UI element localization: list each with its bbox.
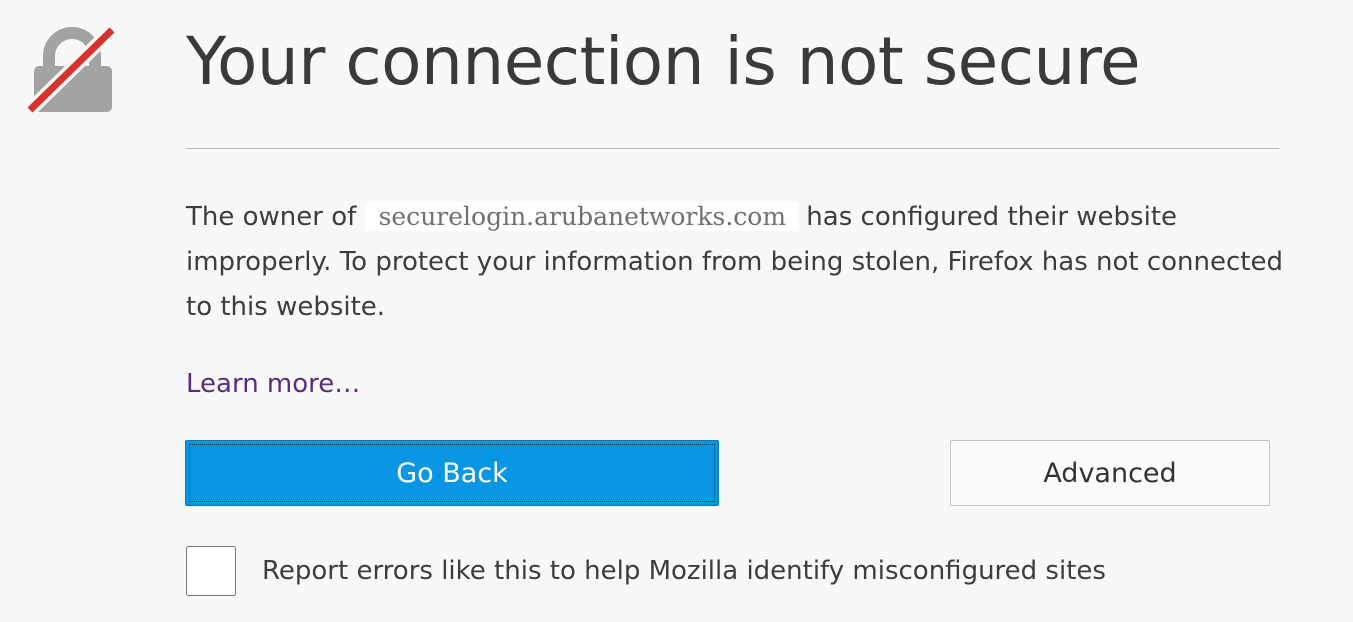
certificate-error-page: Your connection is not secure The owner … xyxy=(0,0,1353,622)
report-errors-label[interactable]: Report errors like this to help Mozilla … xyxy=(262,556,1106,586)
error-description: The owner of securelogin.arubanetworks.c… xyxy=(186,194,1296,330)
broken-lock-icon xyxy=(25,26,117,116)
go-back-button[interactable]: Go Back xyxy=(185,440,719,506)
page-title: Your connection is not secure xyxy=(186,23,1141,100)
report-errors-row: Report errors like this to help Mozilla … xyxy=(186,544,1106,598)
advanced-button[interactable]: Advanced xyxy=(950,440,1270,506)
learn-more-link[interactable]: Learn more… xyxy=(186,364,360,404)
description-text-before: The owner of xyxy=(186,202,357,232)
hostname: securelogin.arubanetworks.com xyxy=(364,202,799,231)
report-errors-checkbox[interactable] xyxy=(186,546,236,596)
go-back-label: Go Back xyxy=(396,457,508,489)
title-divider xyxy=(186,148,1279,149)
